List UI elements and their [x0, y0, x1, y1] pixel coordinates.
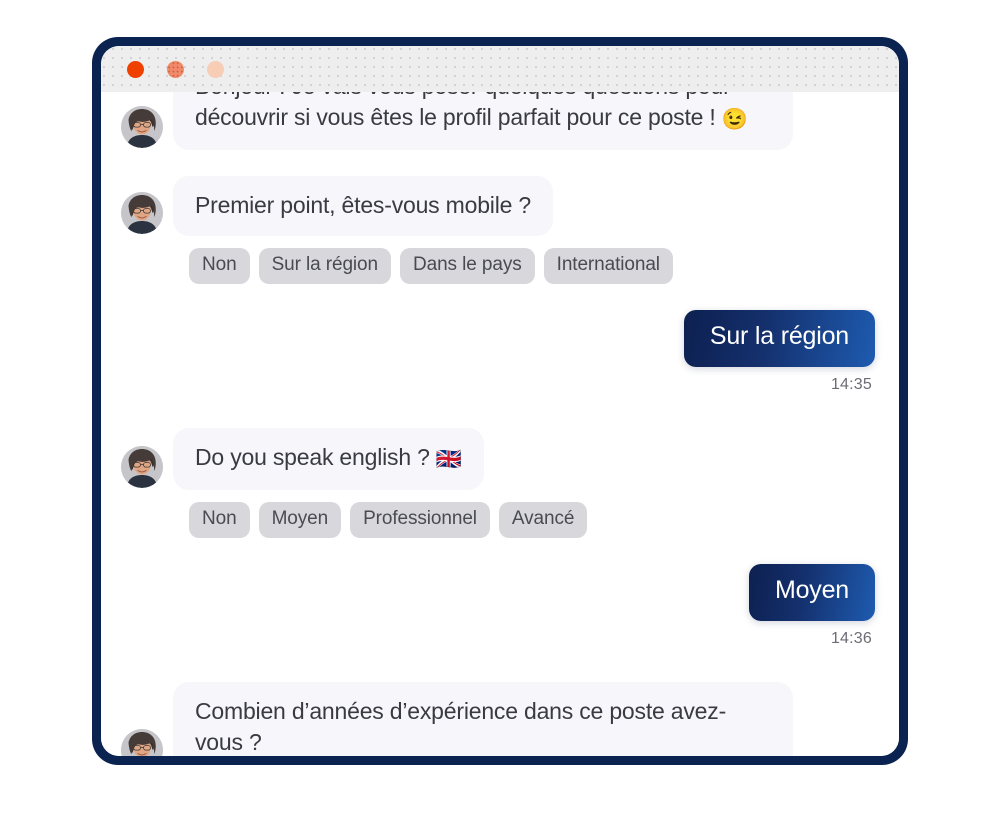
chat-message-bot: Premier point, êtes-vous mobile ? — [121, 175, 875, 237]
message-timestamp: 14:35 — [830, 376, 872, 394]
chat-scroll-container: Bonjour ! Je vais vous poser quelques qu… — [121, 92, 875, 756]
browser-window-frame: Bonjour ! Je vais vous poser quelques qu… — [92, 37, 908, 765]
avatar — [121, 105, 163, 148]
quick-reply-chip[interactable]: Non — [189, 502, 250, 538]
chat-conversation-panel[interactable]: Bonjour ! Je vais vous poser quelques qu… — [101, 92, 899, 756]
chat-bubble-text: Combien d’années d’expérience dans ce po… — [173, 682, 793, 756]
chat-bubble-text: Bonjour ! Je vais vous poser quelques qu… — [173, 92, 793, 150]
quick-reply-chip[interactable]: Avancé — [498, 502, 588, 538]
chat-bubble-text: Do you speak english ? 🇬🇧 — [173, 428, 484, 490]
chat-message-user: Sur la région — [121, 310, 875, 368]
quick-reply-chip[interactable]: Sur la région — [258, 248, 391, 285]
message-timestamp: 14:36 — [830, 630, 872, 647]
chat-bubble-text: Moyen — [748, 564, 875, 621]
message-text: Bonjour ! Je vais vous poser quelques qu… — [195, 92, 731, 130]
chat-message-user: Moyen — [121, 564, 875, 621]
quick-reply-options: Non Moyen Professionnel Avancé — [189, 502, 875, 538]
quick-reply-chip[interactable]: Professionnel — [350, 502, 490, 538]
window-inner: Bonjour ! Je vais vous poser quelques qu… — [101, 46, 899, 756]
quick-reply-chip[interactable]: International — [543, 248, 673, 285]
quick-reply-options: Non Sur la région Dans le pays Internati… — [189, 248, 875, 285]
avatar — [121, 192, 163, 235]
avatar — [121, 446, 163, 488]
window-titlebar — [101, 46, 899, 92]
quick-reply-chip[interactable]: Moyen — [258, 502, 342, 538]
window-maximize-dot-icon[interactable] — [207, 60, 224, 78]
window-close-dot-icon[interactable] — [127, 60, 144, 78]
chat-message-bot: Bonjour ! Je vais vous poser quelques qu… — [121, 92, 875, 150]
screenshot-stage: Bonjour ! Je vais vous poser quelques qu… — [0, 0, 1000, 819]
quick-reply-chip[interactable]: Non — [189, 248, 250, 285]
message-text: Do you speak english ? — [195, 444, 430, 471]
avatar — [121, 729, 163, 756]
chat-message-bot: Combien d’années d’expérience dans ce po… — [121, 682, 875, 756]
quick-reply-chip[interactable]: Dans le pays — [400, 248, 535, 285]
chat-message-bot: Do you speak english ? 🇬🇧 — [121, 428, 875, 490]
window-minimize-dot-icon[interactable] — [167, 60, 184, 78]
uk-flag-emoji-icon: 🇬🇧 — [435, 448, 462, 472]
chat-bubble-text: Premier point, êtes-vous mobile ? — [173, 175, 553, 237]
winking-face-emoji-icon: 😉 — [721, 107, 748, 131]
chat-bubble-text: Sur la région — [683, 310, 875, 368]
